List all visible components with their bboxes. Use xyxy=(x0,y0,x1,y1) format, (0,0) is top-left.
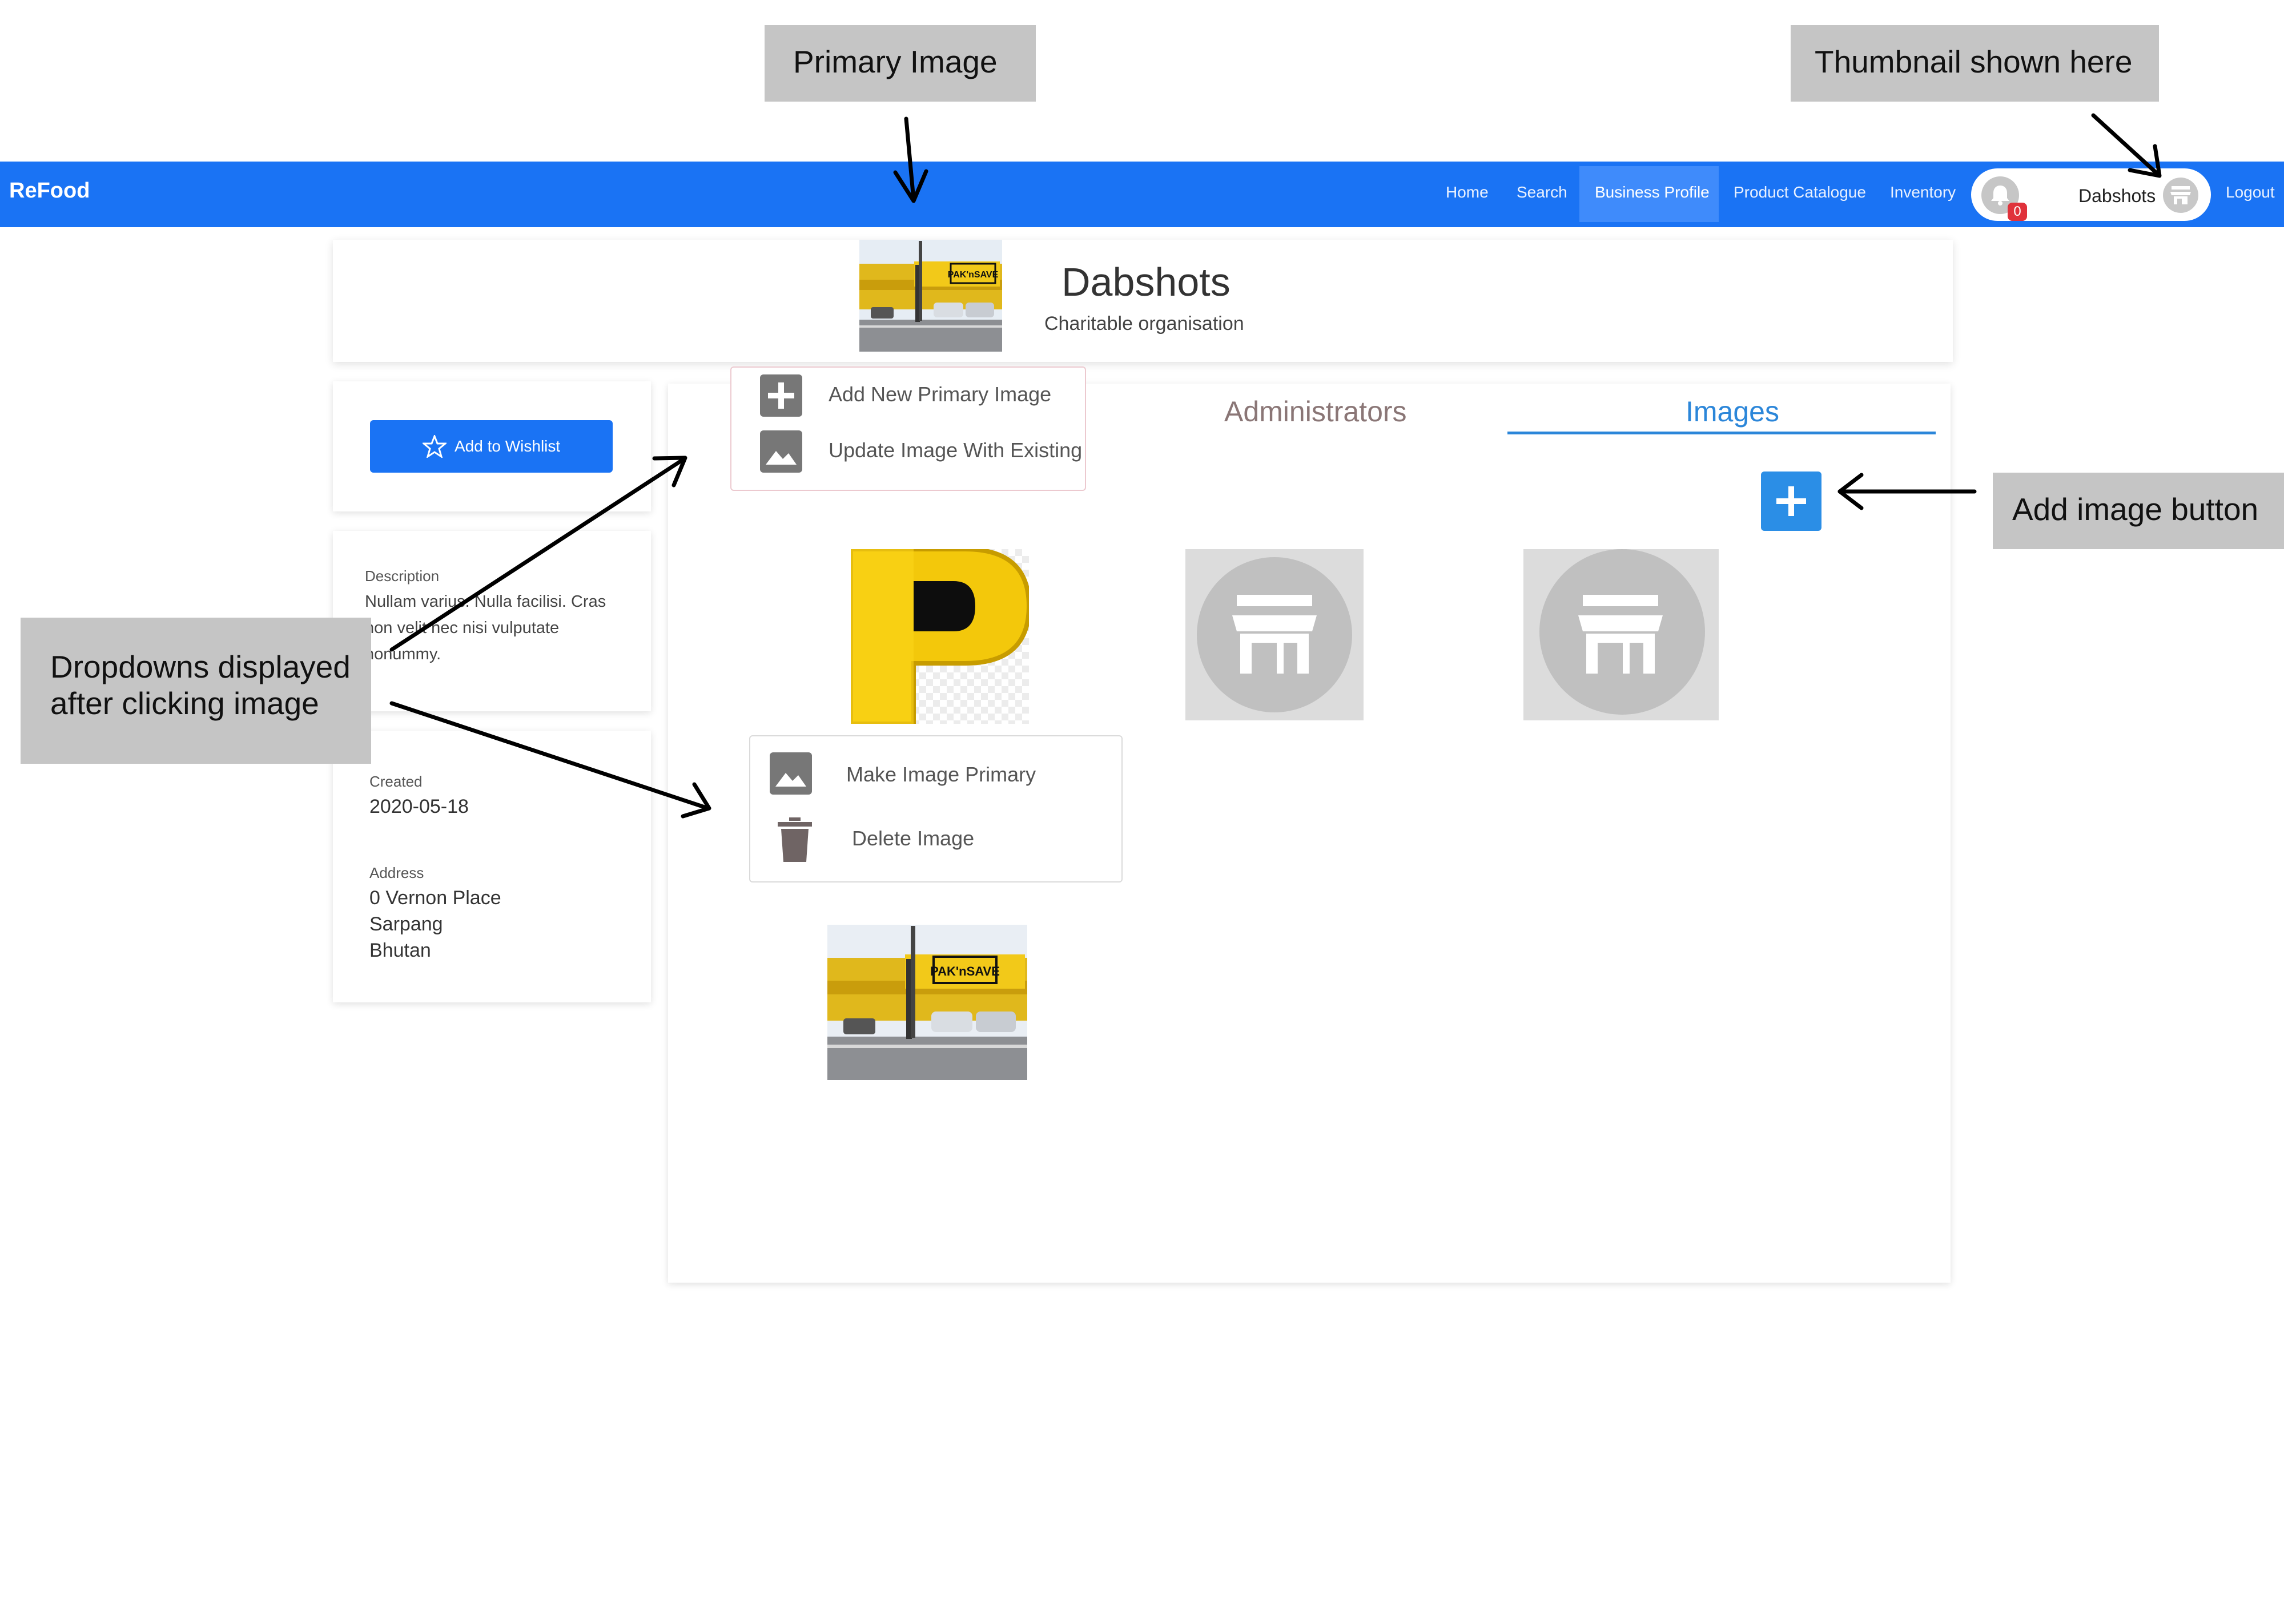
annotation-arrows xyxy=(389,113,2162,819)
arrow-dropdown-top xyxy=(389,457,686,652)
arrow-dropdown-bottom xyxy=(389,701,710,811)
arrow-thumbnail xyxy=(2091,113,2161,177)
